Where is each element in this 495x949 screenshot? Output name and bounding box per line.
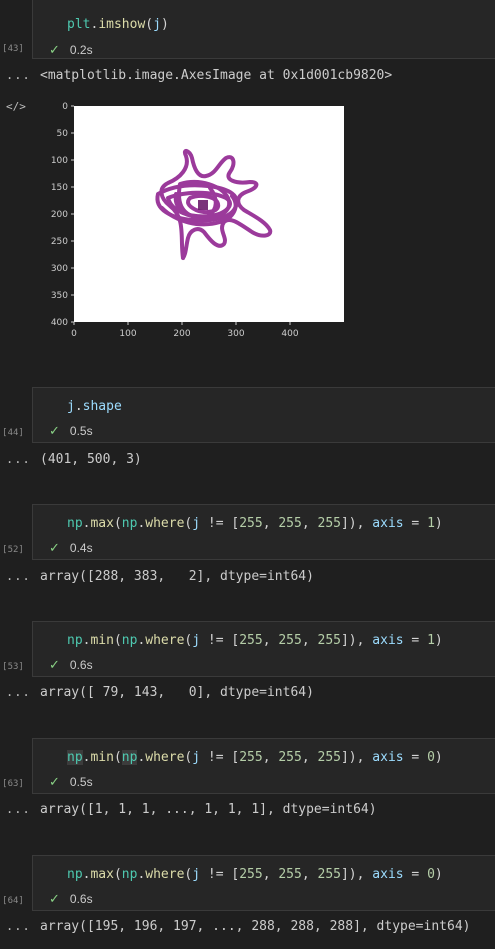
code-icon[interactable]: </>	[6, 100, 26, 113]
check-icon: ✓	[49, 774, 60, 789]
code-cell-44[interactable]: j.shape ✓ 0.5s	[32, 387, 495, 443]
x-tick-label: 400	[281, 329, 298, 339]
y-tick-label: 100	[51, 156, 68, 166]
execution-count: [63]	[2, 779, 24, 789]
cell-status: ✓ 0.6s	[49, 657, 93, 672]
execution-count: [43]	[2, 44, 24, 54]
code-cell-63[interactable]: np.min(np.where(j != [255, 255, 255]), a…	[32, 738, 495, 794]
code-line[interactable]: j.shape	[67, 399, 122, 414]
cell-status: ✓ 0.6s	[49, 891, 93, 906]
cell-status: ✓ 0.5s	[49, 423, 93, 438]
execution-count: [64]	[2, 896, 24, 906]
x-tick-label: 100	[119, 329, 136, 339]
code-line[interactable]: np.max(np.where(j != [255, 255, 255]), a…	[67, 867, 443, 882]
x-tick-label: 200	[173, 329, 190, 339]
cell-status: ✓ 0.4s	[49, 540, 93, 555]
execution-count: [52]	[2, 545, 24, 555]
x-axis-ticks: 0 100 200 300 400	[71, 322, 299, 339]
check-icon: ✓	[49, 423, 60, 438]
cell-output: (401, 500, 3)	[40, 452, 142, 467]
execution-count: [44]	[2, 428, 24, 438]
cell-status: ✓ 0.5s	[49, 774, 93, 789]
output-ellipsis-button[interactable]: ...	[6, 569, 31, 583]
output-ellipsis-button[interactable]: ...	[6, 919, 31, 933]
y-tick-label: 400	[51, 318, 68, 328]
imshow-plot: 0 100 200 300 400 0 50 100 150 200 250 300 350 400	[51, 102, 344, 339]
code-cell-53[interactable]: np.min(np.where(j != [255, 255, 255]), a…	[32, 621, 495, 677]
output-ellipsis-button[interactable]: ...	[6, 68, 31, 82]
y-tick-label: 250	[51, 237, 68, 247]
check-icon: ✓	[49, 891, 60, 906]
code-cell-43[interactable]: plt.imshow(j) ✓ 0.2s	[32, 0, 495, 59]
dark-core	[198, 200, 208, 210]
y-axis-ticks: 0 50 100 150 200 250 300 350 400	[51, 102, 74, 328]
cell-output: array([195, 196, 197, ..., 288, 288, 288…	[40, 919, 471, 934]
output-ellipsis-button[interactable]: ...	[6, 452, 31, 466]
cell-output: array([1, 1, 1, ..., 1, 1, 1], dtype=int…	[40, 802, 377, 817]
check-icon: ✓	[49, 42, 60, 57]
code-line[interactable]: np.max(np.where(j != [255, 255, 255]), a…	[67, 516, 443, 531]
code-line[interactable]: np.min(np.where(j != [255, 255, 255]), a…	[67, 750, 443, 765]
cell-output: <matplotlib.image.AxesImage at 0x1d001cb…	[40, 68, 393, 83]
y-tick-label: 300	[51, 264, 68, 274]
code-line[interactable]: plt.imshow(j)	[67, 17, 169, 32]
check-icon: ✓	[49, 657, 60, 672]
y-tick-label: 150	[51, 183, 68, 193]
cell-status: ✓ 0.2s	[49, 42, 93, 57]
y-tick-label: 0	[62, 102, 68, 112]
x-tick-label: 0	[71, 329, 77, 339]
cell-output: array([288, 383, 2], dtype=int64)	[40, 569, 314, 584]
code-line[interactable]: np.min(np.where(j != [255, 255, 255]), a…	[67, 633, 443, 648]
execution-count: [53]	[2, 662, 24, 672]
output-ellipsis-button[interactable]: ...	[6, 802, 31, 816]
y-tick-label: 200	[51, 210, 68, 220]
code-cell-64[interactable]: np.max(np.where(j != [255, 255, 255]), a…	[32, 855, 495, 911]
code-cell-52[interactable]: np.max(np.where(j != [255, 255, 255]), a…	[32, 504, 495, 560]
cell-output: array([ 79, 143, 0], dtype=int64)	[40, 685, 314, 700]
output-ellipsis-button[interactable]: ...	[6, 685, 31, 699]
y-tick-label: 350	[51, 291, 68, 301]
y-tick-label: 50	[57, 129, 69, 139]
x-tick-label: 300	[227, 329, 244, 339]
check-icon: ✓	[49, 540, 60, 555]
